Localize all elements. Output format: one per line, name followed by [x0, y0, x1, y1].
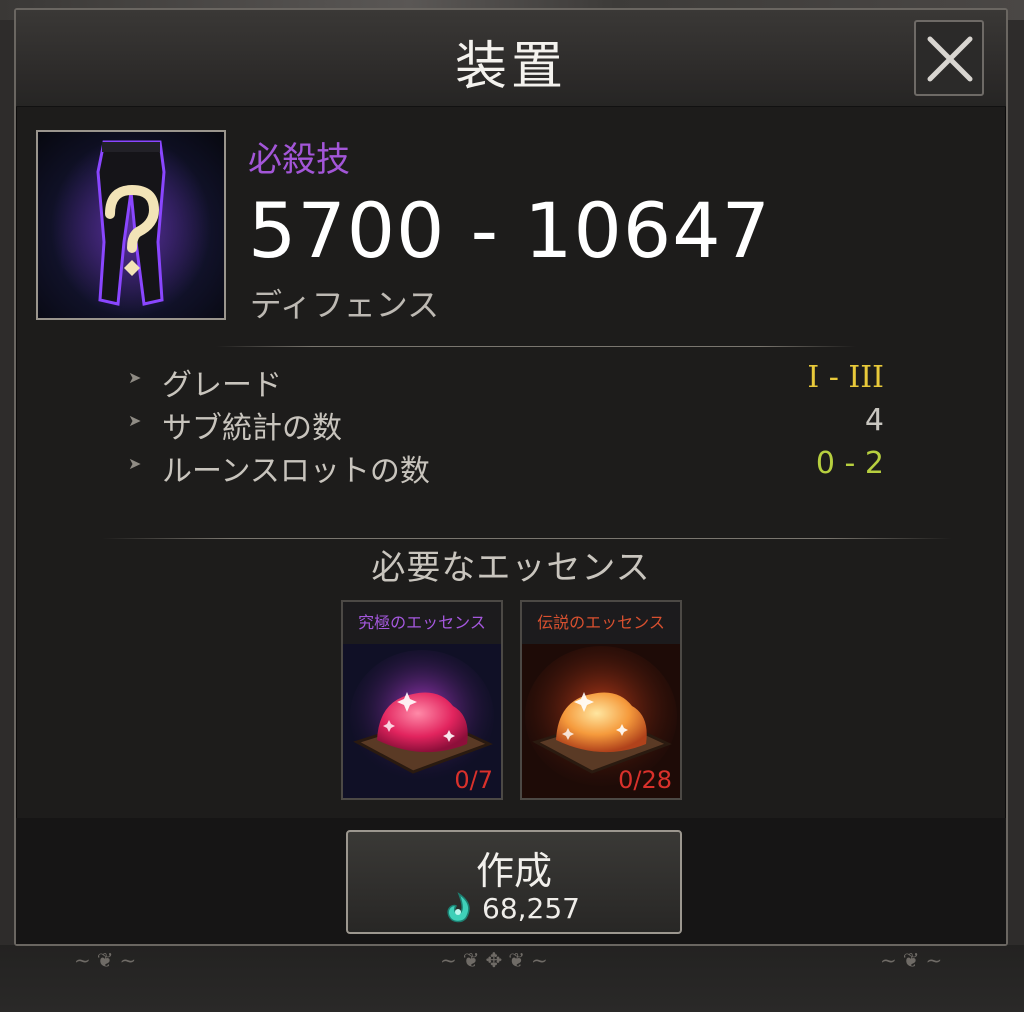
essence-slot-ultimate[interactable]: 究極のエッセンス 0/7: [341, 600, 503, 800]
stat-label: サブ統計の数: [162, 411, 342, 446]
create-cost: 68,257: [482, 892, 580, 925]
stat-type-label: ディフェンス: [250, 286, 440, 324]
create-button-label: 作成: [475, 849, 552, 893]
stat-row-grade: ➤ グレード I - III: [128, 360, 884, 403]
arrow-bullet-icon: ➤: [128, 454, 142, 473]
essence-count: 0/7: [454, 766, 493, 794]
divider-top: [216, 346, 856, 347]
crafting-dialog: 装置 必殺技 5700 - 10647 ディフェンス ➤ グレード I - II…: [14, 8, 1008, 946]
close-icon: [927, 36, 973, 82]
essence-count: 0/28: [618, 766, 672, 794]
title-bar: 装置: [16, 10, 1006, 107]
required-essence-title: 必要なエッセンス: [371, 548, 651, 588]
close-button[interactable]: [914, 20, 984, 96]
ornament-right: ~❦~: [880, 948, 949, 972]
stat-row-substats: ➤ サブ統計の数 4: [128, 403, 884, 446]
stat-value-range: 5700 - 10647: [248, 186, 771, 275]
pants-icon: [51, 137, 211, 317]
essence-name: 伝説のエッセンス: [522, 602, 680, 644]
arrow-bullet-icon: ➤: [128, 368, 142, 387]
ornament-center: ~❦✥❦~: [440, 948, 554, 972]
stat-label: グレード: [162, 368, 282, 403]
dialog-title: 装置: [454, 37, 567, 97]
stat-value: 4: [864, 403, 884, 438]
soul-currency-icon: [447, 892, 470, 923]
arrow-bullet-icon: ➤: [128, 411, 142, 430]
create-button[interactable]: 作成 68,257: [346, 830, 682, 934]
divider-bottom: [102, 538, 952, 539]
essence-slot-legendary[interactable]: 伝説のエッセンス 0/28: [520, 600, 682, 800]
stat-row-rune-slots: ➤ ルーンスロットの数 0 - 2: [128, 446, 884, 489]
ornament-left: ~❦~: [74, 948, 143, 972]
item-slot[interactable]: [36, 130, 226, 320]
stat-label: ルーンスロットの数: [162, 454, 430, 489]
skill-label: 必殺技: [248, 140, 350, 180]
essence-name: 究極のエッセンス: [343, 602, 501, 644]
stat-value: 0 - 2: [815, 446, 884, 481]
stat-value: I - III: [807, 360, 884, 395]
